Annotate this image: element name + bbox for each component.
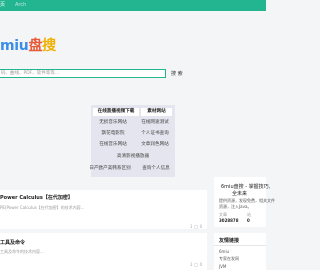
- search-input[interactable]: 码、曲线、PDF、软件等等...: [0, 69, 166, 78]
- quick-link[interactable]: 个人证书查询: [135, 130, 175, 138]
- quick-link[interactable]: 素材网站: [141, 108, 172, 116]
- post-summary: PE(Power Calculus【在代加密】的技术内容...: [0, 205, 85, 210]
- post-meta: 1 ◯ 0: [190, 224, 203, 229]
- post-summary: 工具及命令的技术内容...: [0, 249, 44, 254]
- post-card[interactable]: 工具及命令 工具及命令的技术内容... 1 ◯ 0: [0, 233, 207, 270]
- sidebar-profile-desc-line2: 资源，注入Java。: [219, 204, 252, 209]
- sidebar-link[interactable]: 专家在发网: [219, 256, 239, 262]
- sidebar-section-title: 友情链接: [219, 238, 240, 244]
- search-button[interactable]: 搜 索: [171, 70, 183, 77]
- quick-link[interactable]: 飘花电影院: [93, 130, 133, 138]
- post-card[interactable]: Power Calculus【在代加密】 PE(Power Calculus【在…: [0, 190, 207, 229]
- site-logo[interactable]: miu盘搜: [0, 37, 56, 55]
- logo-text-sou: 搜: [42, 38, 56, 54]
- post-meta: 1 ◯ 0: [190, 262, 203, 267]
- top-nav-bar: 页 Arch: [0, 0, 266, 11]
- sidebar-profile-title: 6miu盘搜 - 掌握技巧,: [221, 184, 271, 190]
- nav-item-arch[interactable]: Arch: [15, 2, 26, 8]
- quick-link[interactable]: 无损音乐网站: [93, 119, 133, 127]
- stat-site-value: 0: [247, 218, 250, 223]
- post-title[interactable]: Power Calculus【在代加密】: [0, 194, 73, 201]
- stat-articles-value: 3028878: [219, 218, 239, 223]
- sidebar-links-card: 友情链接 6miu 专家在发网 JVM: [214, 233, 266, 270]
- divider: [214, 245, 266, 246]
- quick-link[interactable]: 日产欧产美韩系区别: [85, 165, 135, 173]
- logo-text-pan: 盘: [28, 38, 43, 54]
- quick-link[interactable]: 在线音乐网站: [93, 141, 133, 149]
- sidebar-link[interactable]: 6miu: [219, 249, 229, 254]
- post-title[interactable]: 工具及命令: [0, 239, 25, 246]
- quick-link[interactable]: 查询个人信息: [138, 165, 174, 173]
- quick-link[interactable]: 在线直播视频下载: [93, 108, 139, 116]
- sidebar-link[interactable]: JVM: [219, 264, 226, 269]
- sidebar-profile-card: 6miu盘搜 - 掌握技巧, 全未来 提供资源，发现免费，相关文件 资源，注入J…: [214, 177, 275, 227]
- quick-link[interactable]: 高清影视播放器: [93, 153, 173, 161]
- sidebar-profile-title-line2: 全未来: [232, 191, 248, 197]
- quick-link[interactable]: 文章润色网站: [135, 141, 175, 149]
- quick-links-panel: 在线直播视频下载 素材网站 无损音乐网站 在线网速测试 飘花电影院 个人证书查询…: [89, 105, 175, 177]
- quick-link[interactable]: 在线网速测试: [135, 119, 175, 127]
- nav-item-home[interactable]: 页: [0, 2, 5, 8]
- logo-text-miu: miu: [0, 38, 29, 54]
